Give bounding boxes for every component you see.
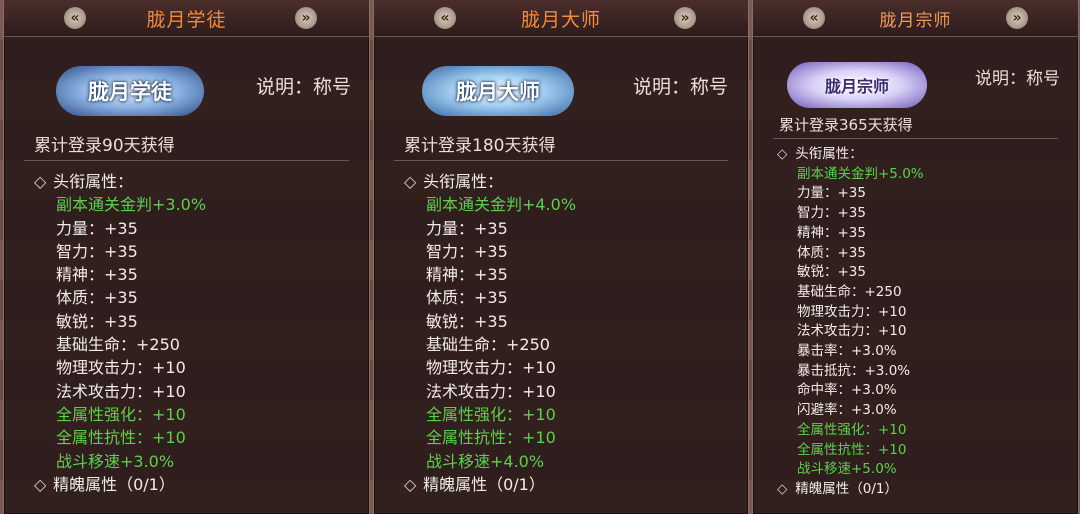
title-badge-text: 胧月大师 (456, 79, 540, 104)
panel-titlebar: « 胧月宗师 » (753, 0, 1078, 37)
attribute-row: 副本通关金判+4.0% (426, 195, 577, 215)
attribute-row: 战斗移速+3.0% (56, 451, 175, 471)
attribute-row: 全属性强化：+10 (426, 404, 556, 424)
attribute-row: 法术攻击力：+10 (56, 381, 186, 401)
prev-arrow-icon[interactable]: « (803, 7, 825, 29)
panel-title: 胧月大师 (520, 8, 601, 31)
title-badge-text: 胧月学徒 (88, 79, 172, 104)
description-label: 说明：称号 (255, 76, 351, 98)
title-tooltip-panel-2: « 胧月大师 » 胧月大师 说明：称号 累计登录180天获得 ◇ 头衔属性： 副… (373, 0, 749, 514)
attribute-row: 全属性抗性：+10 (56, 428, 186, 448)
soul-attribute-header: ◇ 精魄属性（0/1） (777, 480, 924, 500)
attribute-header-label: 头衔属性： (53, 172, 134, 191)
attribute-header: ◇ 头衔属性： (404, 170, 576, 193)
next-arrow-icon[interactable]: » (295, 7, 317, 29)
prev-arrow-icon[interactable]: « (64, 7, 86, 29)
soul-attribute-label: 精魄属性（0/1） (795, 480, 899, 497)
attribute-row: 敏锐：+35 (56, 311, 138, 331)
next-arrow-icon[interactable]: » (1006, 7, 1028, 29)
attribute-row: 物理攻击力：+10 (797, 303, 907, 320)
attribute-header-label: 头衔属性： (423, 172, 504, 191)
attribute-row: 精神：+35 (56, 265, 138, 285)
attribute-header: ◇ 头衔属性： (777, 145, 924, 165)
diamond-icon: ◇ (404, 474, 417, 494)
attribute-row: 精神：+35 (797, 224, 866, 241)
attribute-row: 基础生命：+250 (797, 283, 902, 300)
attribute-list: ◇ 头衔属性： 副本通关金判+3.0% 力量：+35 智力：+35 精神：+35… (34, 170, 206, 496)
attribute-row: 智力：+35 (426, 241, 508, 261)
soul-attribute-label: 精魄属性（0/1） (423, 474, 545, 494)
attribute-row: 智力：+35 (797, 205, 866, 222)
attribute-row: 智力：+35 (56, 241, 138, 261)
attribute-row: 力量：+35 (797, 185, 866, 202)
divider (394, 160, 728, 161)
attribute-row: 体质：+35 (426, 288, 508, 308)
description-label: 说明：称号 (632, 76, 728, 98)
attribute-list: ◇ 头衔属性： 副本通关金判+4.0% 力量：+35 智力：+35 精神：+35… (404, 170, 576, 496)
soul-attribute-header: ◇ 精魄属性（0/1） (404, 473, 576, 496)
attribute-row: 战斗移速+5.0% (797, 461, 897, 478)
diamond-icon: ◇ (404, 172, 417, 191)
attribute-row: 精神：+35 (426, 265, 508, 285)
attribute-row: 物理攻击力：+10 (426, 358, 556, 378)
attribute-row: 敏锐：+35 (426, 311, 508, 331)
attribute-row: 全属性强化：+10 (797, 421, 907, 438)
attribute-row: 体质：+35 (797, 244, 866, 261)
divider (773, 138, 1058, 139)
prev-arrow-icon[interactable]: « (434, 7, 456, 29)
title-badge: 胧月大师 (422, 66, 574, 116)
attribute-row: 全属性抗性：+10 (797, 441, 907, 458)
attribute-row: 暴击率：+3.0% (797, 343, 897, 360)
soul-attribute-label: 精魄属性（0/1） (53, 474, 175, 494)
attribute-row: 暴击抵抗：+3.0% (797, 362, 911, 379)
next-arrow-icon[interactable]: » (674, 7, 696, 29)
attribute-row: 全属性强化：+10 (56, 404, 186, 424)
attribute-row: 法术攻击力：+10 (797, 323, 907, 340)
attribute-header-label: 头衔属性： (795, 146, 863, 162)
attribute-row: 闪避率：+3.0% (797, 402, 897, 419)
attribute-row: 基础生命：+250 (56, 335, 180, 355)
attribute-row: 体质：+35 (56, 288, 138, 308)
soul-attribute-header: ◇ 精魄属性（0/1） (34, 473, 206, 496)
diamond-icon: ◇ (777, 146, 788, 162)
attribute-row: 副本通关金判+5.0% (797, 165, 924, 182)
attribute-row: 敏锐：+35 (797, 264, 866, 281)
attribute-row: 全属性抗性：+10 (426, 428, 556, 448)
diamond-icon: ◇ (34, 474, 47, 494)
title-tooltip-panel-3: « 胧月宗师 » 胧月宗师 说明：称号 累计登录365天获得 ◇ 头衔属性： 副… (752, 0, 1079, 514)
attribute-list: ◇ 头衔属性： 副本通关金判+5.0% 力量：+35 智力：+35 精神：+35… (777, 145, 924, 500)
attribute-row: 副本通关金判+3.0% (56, 195, 207, 215)
attribute-header: ◇ 头衔属性： (34, 170, 206, 193)
title-badge-text: 胧月宗师 (824, 77, 889, 96)
divider (24, 160, 349, 161)
attribute-row: 力量：+35 (56, 218, 138, 238)
diamond-icon: ◇ (34, 172, 47, 191)
diamond-icon: ◇ (777, 480, 788, 497)
attribute-row: 法术攻击力：+10 (426, 381, 556, 401)
attribute-row: 战斗移速+4.0% (426, 451, 545, 471)
acquire-condition: 累计登录180天获得 (404, 136, 556, 156)
title-tooltip-panel-1: « 胧月学徒 » 胧月学徒 说明：称号 累计登录90天获得 ◇ 头衔属性： 副本… (3, 0, 370, 514)
panel-titlebar: « 胧月学徒 » (4, 0, 369, 37)
attribute-row: 基础生命：+250 (426, 335, 550, 355)
title-badge: 胧月学徒 (56, 66, 204, 116)
attribute-row: 物理攻击力：+10 (56, 358, 186, 378)
description-label: 说明：称号 (975, 69, 1060, 89)
title-badge: 胧月宗师 (787, 62, 927, 108)
acquire-condition: 累计登录365天获得 (779, 116, 913, 134)
acquire-condition: 累计登录90天获得 (34, 136, 175, 156)
attribute-row: 力量：+35 (426, 218, 508, 238)
panel-titlebar: « 胧月大师 » (374, 0, 748, 37)
panel-title: 胧月学徒 (146, 8, 227, 31)
panel-title: 胧月宗师 (879, 10, 952, 31)
attribute-row: 命中率：+3.0% (797, 382, 897, 399)
